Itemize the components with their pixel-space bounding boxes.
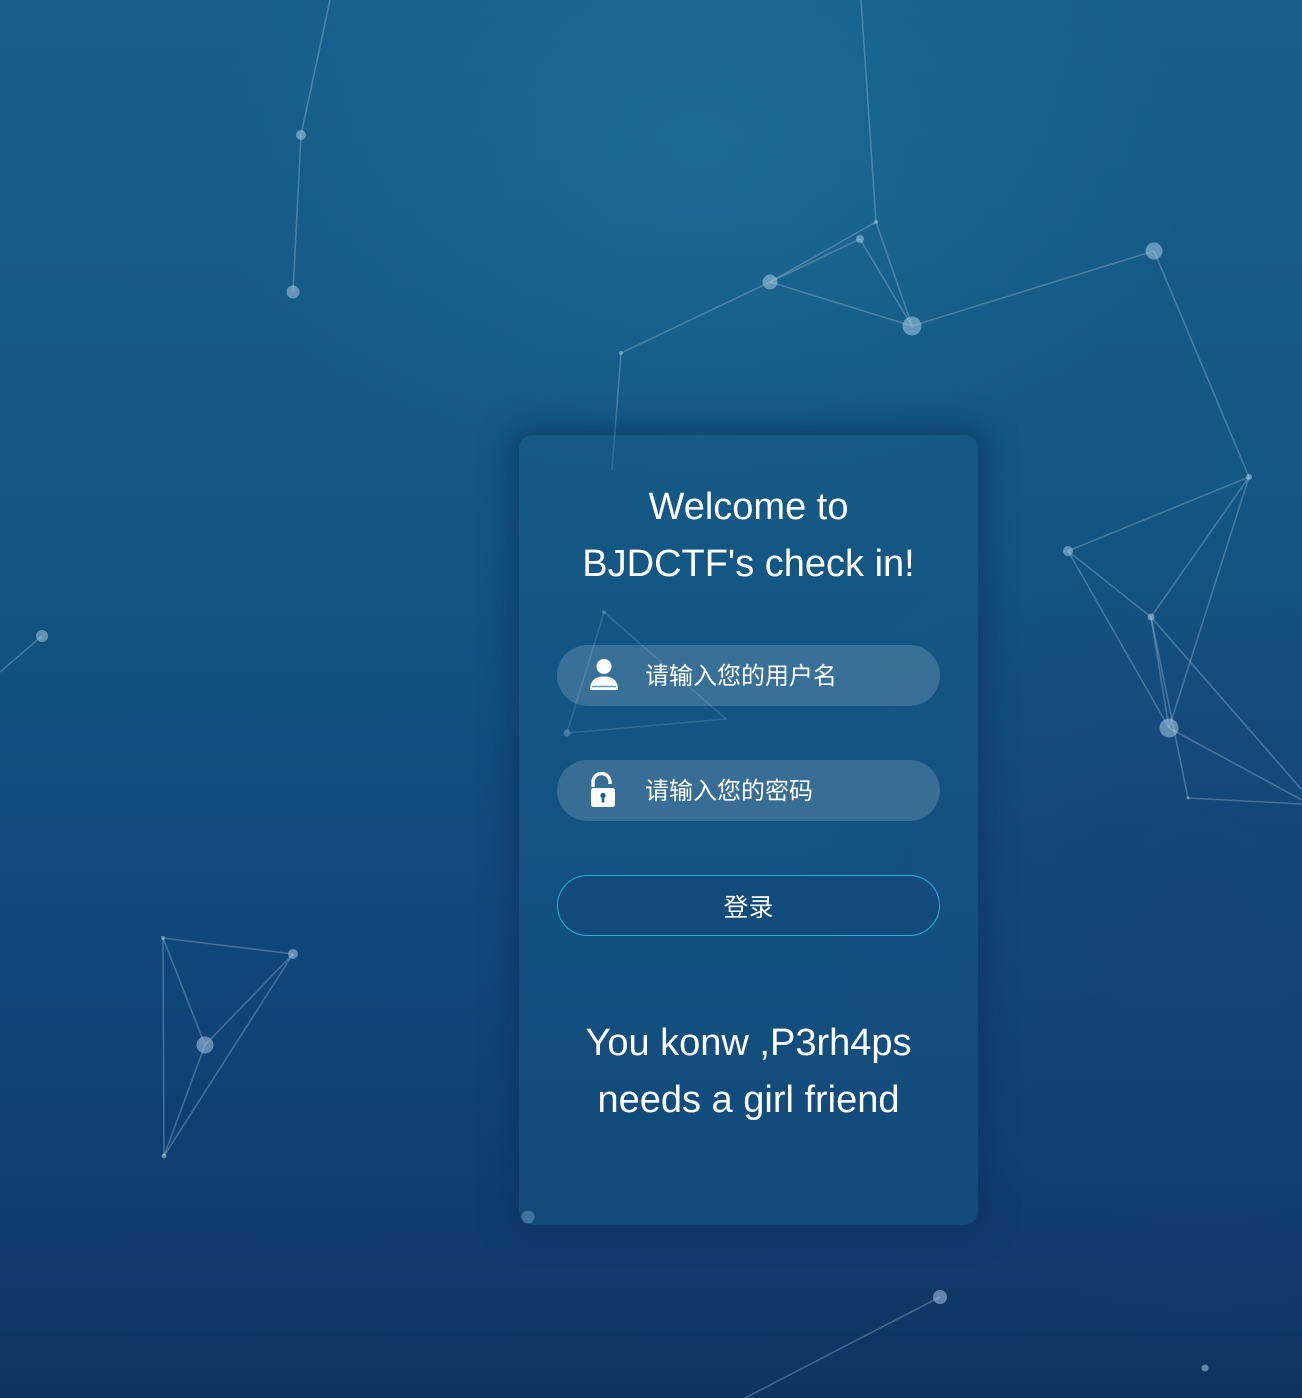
hint-message: You konw ,P3rh4ps needs a girl friend bbox=[519, 1015, 978, 1129]
welcome-title-line2: BJDCTF's check in! bbox=[582, 543, 915, 585]
password-input[interactable] bbox=[645, 760, 925, 821]
hint-message-line2: needs a girl friend bbox=[597, 1079, 900, 1121]
welcome-title-line1: Welcome to bbox=[648, 486, 849, 528]
welcome-title: Welcome to BJDCTF's check in! bbox=[519, 479, 978, 593]
username-field[interactable] bbox=[557, 645, 940, 706]
user-icon bbox=[590, 659, 618, 690]
hint-message-line1: You konw ,P3rh4ps bbox=[585, 1022, 912, 1064]
unlock-icon bbox=[591, 772, 615, 807]
username-input[interactable] bbox=[645, 645, 925, 706]
password-field[interactable] bbox=[557, 760, 940, 821]
login-card: Welcome to BJDCTF's check in! 登录 You kon… bbox=[519, 435, 978, 1225]
login-button[interactable]: 登录 bbox=[557, 875, 940, 936]
